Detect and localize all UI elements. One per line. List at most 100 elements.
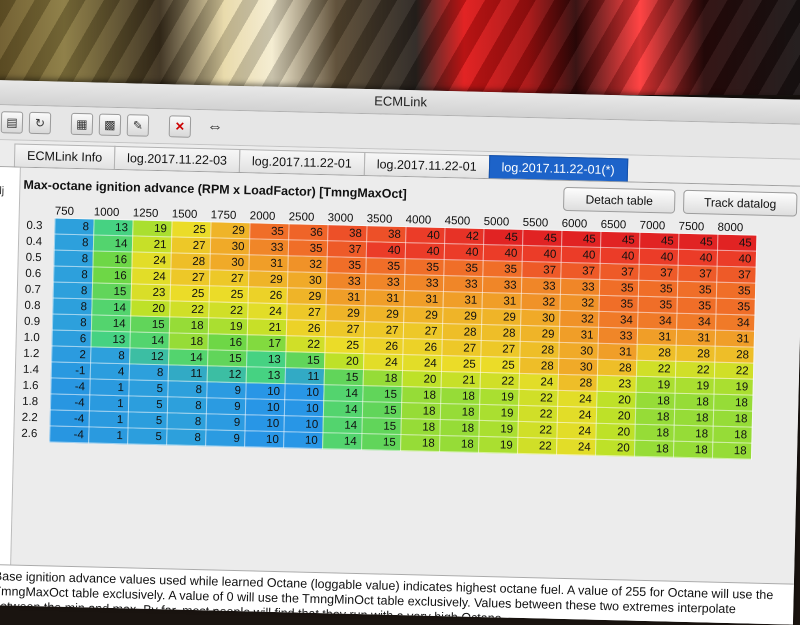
table-cell[interactable]: 35 xyxy=(365,257,405,275)
table-cell[interactable]: 38 xyxy=(327,224,367,242)
table-cell[interactable]: 8 xyxy=(166,396,207,414)
table-cell[interactable]: 22 xyxy=(285,335,325,353)
table-cell[interactable]: 33 xyxy=(248,238,289,256)
table-cell[interactable]: 9 xyxy=(205,429,245,447)
table-cell[interactable]: 18 xyxy=(635,392,675,410)
table-cell[interactable]: 20 xyxy=(130,299,170,317)
table-cell[interactable]: 14 xyxy=(322,416,362,434)
table-cell[interactable]: 33 xyxy=(364,273,405,291)
table-cell[interactable]: 45 xyxy=(717,234,757,252)
table-cell[interactable]: 18 xyxy=(362,369,403,387)
table-cell[interactable]: 27 xyxy=(170,268,210,286)
table-cell[interactable]: 10 xyxy=(245,382,285,400)
table-cell[interactable]: 24 xyxy=(402,354,442,372)
table-cell[interactable]: 14 xyxy=(168,348,208,366)
table-cell[interactable]: 18 xyxy=(713,394,753,412)
table-cell[interactable]: 45 xyxy=(561,230,601,248)
table-cell[interactable]: 8 xyxy=(166,428,206,446)
table-cell[interactable]: 45 xyxy=(522,229,562,247)
table-cell[interactable]: 31 xyxy=(325,288,365,306)
table-cell[interactable]: 10 xyxy=(244,430,284,448)
table-cell[interactable]: 15 xyxy=(361,417,401,435)
table-cell[interactable]: 24 xyxy=(556,406,597,424)
table-cell[interactable]: -4 xyxy=(49,409,89,427)
table-cell[interactable]: 33 xyxy=(559,278,600,296)
table-cell[interactable]: 29 xyxy=(248,270,288,288)
table-cell[interactable]: 35 xyxy=(326,256,366,274)
table-cell[interactable]: 18 xyxy=(672,441,713,459)
tab-log-2[interactable]: log.2017.11.22-01 xyxy=(238,148,366,176)
table-cell[interactable]: 29 xyxy=(325,304,365,322)
table-cell[interactable]: 18 xyxy=(401,386,441,404)
table-cell[interactable]: 18 xyxy=(439,435,479,453)
table-cell[interactable]: 40 xyxy=(560,246,601,264)
table-cell[interactable]: 31 xyxy=(403,290,443,308)
table-cell[interactable]: 10 xyxy=(244,398,285,416)
table-cell[interactable]: 12 xyxy=(206,365,247,383)
table-cell[interactable]: 26 xyxy=(285,319,326,337)
table-cell[interactable]: 29 xyxy=(286,287,327,305)
table-cell[interactable]: 22 xyxy=(479,372,519,390)
table-cell[interactable]: 37 xyxy=(599,263,639,281)
timing-table[interactable]: 750 1000 1250 1500 1750 2000 2500 3000 3500 4000 4… xyxy=(17,204,757,460)
table-cell[interactable]: 12 xyxy=(129,347,169,365)
table-cell[interactable]: 10 xyxy=(244,414,284,432)
table-cell[interactable]: 10 xyxy=(283,431,323,449)
table-cell[interactable]: 22 xyxy=(674,361,715,379)
table-cell[interactable]: 21 xyxy=(131,235,172,253)
table-cell[interactable]: 40 xyxy=(638,248,679,266)
refresh-icon[interactable]: ↻ xyxy=(28,111,52,135)
table-cell[interactable]: 40 xyxy=(677,249,718,267)
table-cell[interactable]: 13 xyxy=(245,366,286,384)
table-cell[interactable]: 18 xyxy=(634,408,675,426)
table-cell[interactable]: 24 xyxy=(247,302,287,320)
table-cell[interactable]: 18 xyxy=(711,442,752,460)
table-cell[interactable]: 8 xyxy=(52,297,92,315)
table-cell[interactable]: 31 xyxy=(675,329,716,347)
table-cell[interactable]: 26 xyxy=(402,338,442,356)
table-cell[interactable]: 28 xyxy=(596,359,637,377)
table-cell[interactable]: 18 xyxy=(168,316,209,334)
table-cell[interactable]: 10 xyxy=(284,383,324,401)
open-folder-icon[interactable]: ▤ xyxy=(0,111,24,134)
table-cell[interactable]: 23 xyxy=(130,283,171,301)
table-cell[interactable]: 5 xyxy=(128,379,168,397)
table-cell[interactable]: 25 xyxy=(169,284,210,302)
table-cell[interactable]: 9 xyxy=(205,413,245,431)
table-cell[interactable]: 33 xyxy=(403,274,444,292)
table-cell[interactable]: 35 xyxy=(676,297,716,315)
table-cell[interactable]: 27 xyxy=(170,236,211,254)
tab-log-1[interactable]: log.2017.11.22-03 xyxy=(113,145,241,172)
table-cell[interactable]: 22 xyxy=(517,405,558,423)
table-cell[interactable]: 24 xyxy=(363,353,403,371)
table-cell[interactable]: 27 xyxy=(324,320,365,338)
table-cell[interactable]: 35 xyxy=(715,282,756,300)
table-cell[interactable]: 8 xyxy=(53,233,94,251)
table-cell[interactable]: 14 xyxy=(92,234,133,252)
table-cell[interactable]: 31 xyxy=(248,254,288,272)
table-cell[interactable]: 22 xyxy=(169,300,209,318)
table-cell[interactable]: 40 xyxy=(521,245,562,263)
table-cell[interactable]: 17 xyxy=(246,334,286,352)
table-cell[interactable]: 20 xyxy=(595,439,635,457)
table-cell[interactable]: 24 xyxy=(556,438,596,456)
table-cell[interactable]: 31 xyxy=(714,330,755,348)
table-cell[interactable]: 28 xyxy=(519,341,559,359)
table-cell[interactable]: 25 xyxy=(480,356,520,374)
table-cell[interactable]: 18 xyxy=(439,403,480,421)
table-cell[interactable]: 9 xyxy=(205,397,246,415)
tab-ecmlink-info[interactable]: ECMLink Info xyxy=(13,143,116,169)
table-cell[interactable]: 28 xyxy=(675,345,715,363)
table-cell[interactable]: 29 xyxy=(403,306,443,324)
table-cell[interactable]: 32 xyxy=(287,255,327,273)
table-cell[interactable]: 40 xyxy=(482,244,523,262)
table-cell[interactable]: 24 xyxy=(131,251,171,269)
table-cell[interactable]: 40 xyxy=(404,242,445,260)
table-cell[interactable]: 27 xyxy=(441,339,481,357)
table-cell[interactable]: 18 xyxy=(634,424,674,442)
table-cell[interactable]: 8 xyxy=(128,363,169,381)
table-cell[interactable]: 28 xyxy=(557,374,597,392)
table-cell[interactable]: 8 xyxy=(90,346,130,364)
table-cell[interactable]: 22 xyxy=(517,421,557,439)
table-cell[interactable]: 34 xyxy=(637,312,677,330)
